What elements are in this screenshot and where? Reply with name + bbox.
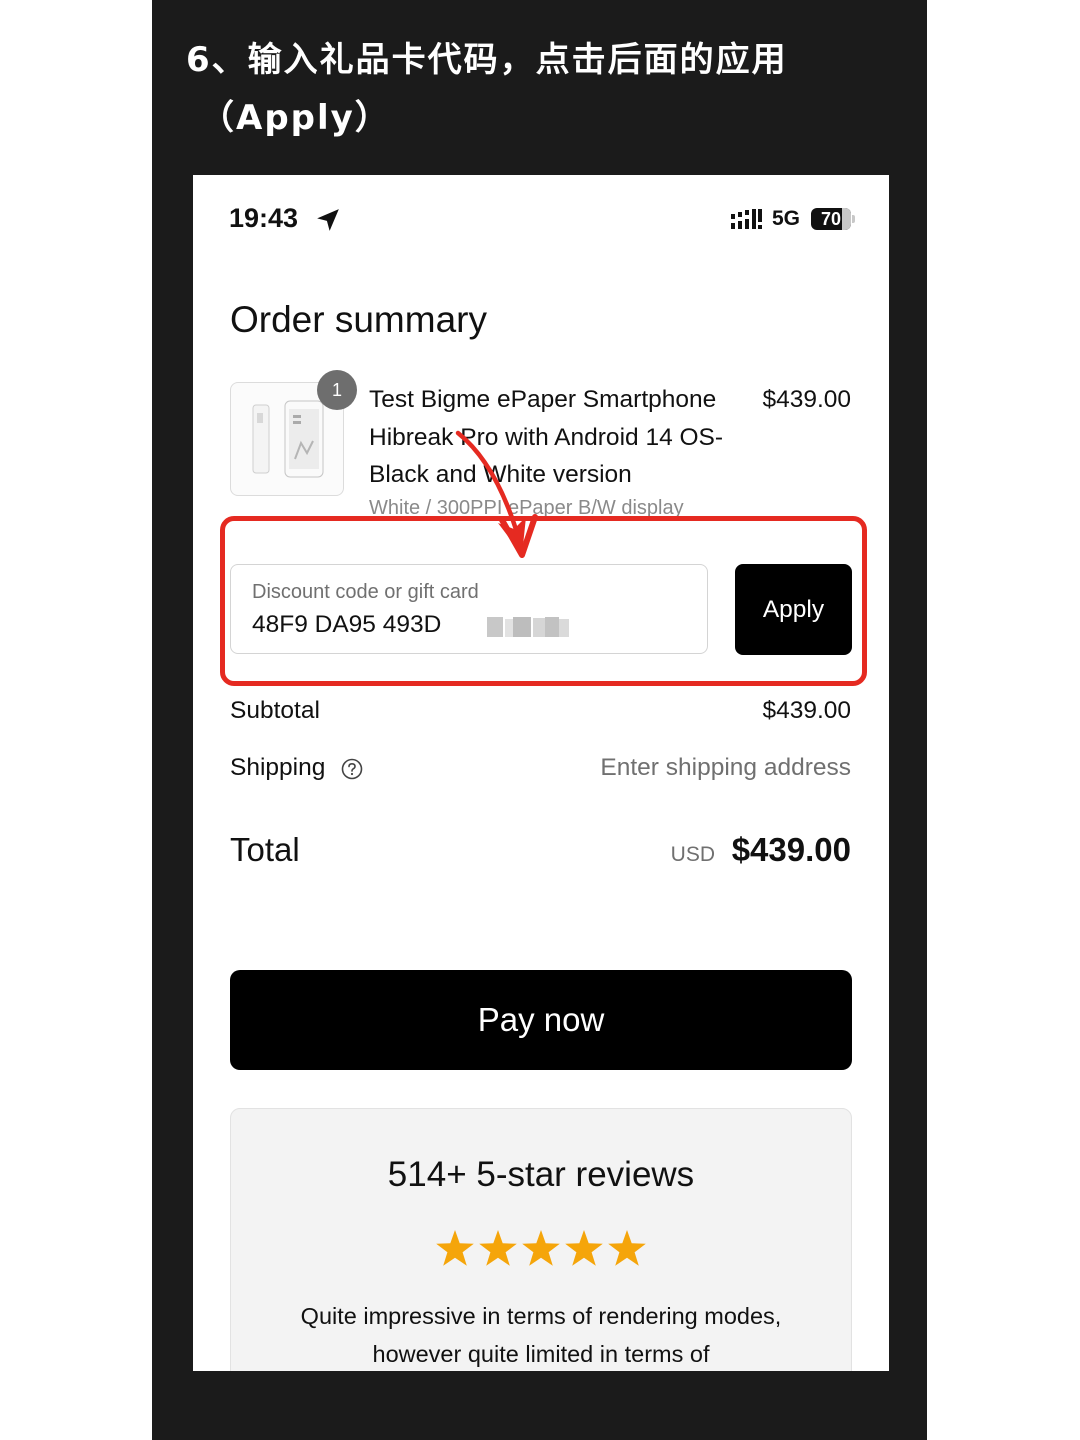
help-circle-icon[interactable]	[341, 758, 363, 780]
total-label: Total	[230, 831, 300, 868]
battery-level: 70	[820, 209, 842, 229]
star-icon	[436, 1230, 474, 1266]
shipping-label: Shipping	[230, 754, 326, 781]
instruction-line-1: 6、输入礼品卡代码，点击后面的应用	[186, 40, 788, 80]
location-arrow-icon	[317, 209, 339, 231]
red-arrow-annotation	[455, 430, 538, 558]
reviews-card: 514+ 5-star reviews Quite impressive in …	[230, 1108, 852, 1371]
product-price: $439.00	[762, 386, 851, 413]
quantity-badge: 1	[317, 370, 357, 410]
battery-empty-portion	[842, 208, 851, 230]
status-time: 19:43	[229, 203, 299, 233]
instruction-line-2: （Apply）	[200, 98, 391, 138]
product-name: Test Bigme ePaper Smartphone Hibreak Pro…	[369, 386, 724, 488]
currency-code: USD	[670, 843, 715, 866]
reviews-title: 514+ 5-star reviews	[387, 1155, 695, 1194]
subtotal-label: Subtotal	[230, 697, 320, 724]
battery-nub	[852, 215, 855, 223]
star-icon	[522, 1230, 560, 1266]
battery-icon: 70	[811, 208, 851, 230]
star-icon	[479, 1230, 517, 1266]
signal-icon	[731, 209, 762, 229]
review-text: Quite impressive in terms of rendering m…	[300, 1303, 782, 1367]
subtotal-value: $439.00	[762, 697, 851, 724]
page-title: Order summary	[230, 299, 487, 340]
phone-screen: 19:43 5G 70 Order summary 1 Test Bigme e…	[193, 175, 889, 1371]
star-icon	[608, 1230, 646, 1266]
total-value: $439.00	[731, 831, 851, 868]
shipping-value: Enter shipping address	[600, 754, 851, 781]
network-type: 5G	[772, 207, 801, 230]
pay-now-button[interactable]: Pay now	[230, 970, 852, 1070]
five-star-rating	[436, 1230, 646, 1266]
star-icon	[565, 1230, 603, 1266]
